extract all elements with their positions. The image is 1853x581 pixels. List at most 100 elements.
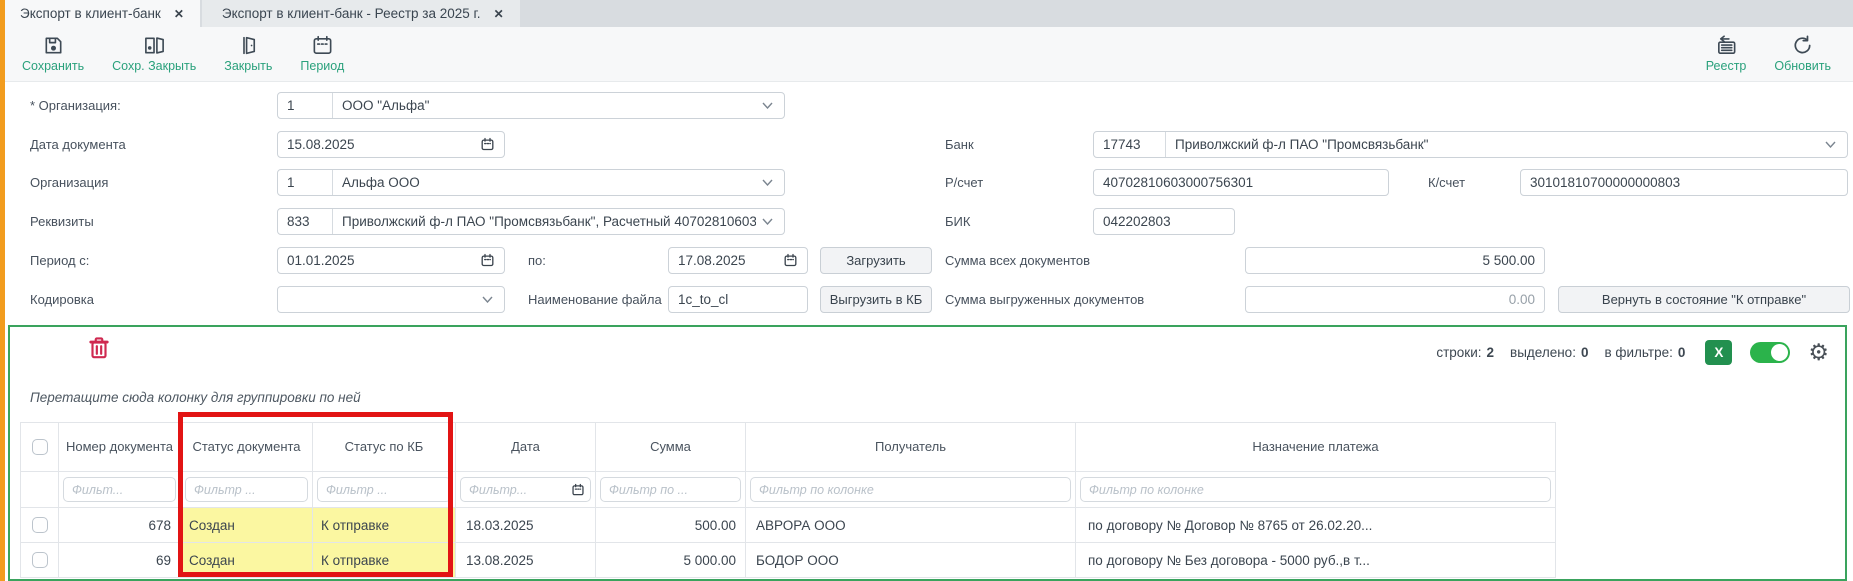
calendar-icon[interactable] xyxy=(571,483,585,497)
excel-export-button[interactable]: X xyxy=(1705,340,1732,365)
requisites-combo[interactable]: 833 Приволжский ф-л ПАО "Промсвязьбанк",… xyxy=(277,208,785,235)
table-header-row: Номер документа Статус документа Статус … xyxy=(21,423,1556,472)
cell-status: Создан xyxy=(181,543,313,577)
doc-date-input[interactable]: 15.08.2025 xyxy=(277,131,505,158)
period-from-input[interactable]: 01.01.2025 xyxy=(277,247,505,274)
bik-value: 042202803 xyxy=(1094,214,1234,229)
cell-status: Создан xyxy=(181,508,313,542)
row-checkbox[interactable] xyxy=(32,552,48,568)
column-header-purpose[interactable]: Назначение платежа xyxy=(1076,423,1556,471)
select-all-checkbox[interactable] xyxy=(32,439,48,455)
requisites-code: 833 xyxy=(278,209,333,234)
filter-input-number[interactable] xyxy=(63,477,176,502)
registry-button[interactable]: Реестр xyxy=(1706,33,1747,73)
filename-value: 1c_to_cl xyxy=(669,292,807,307)
column-header-recipient[interactable]: Получатель xyxy=(746,423,1076,471)
cell-date: 18.03.2025 xyxy=(456,508,596,542)
requisites-label: Реквизиты xyxy=(30,208,94,235)
save-icon xyxy=(42,33,65,57)
filter-input-kb-status[interactable] xyxy=(317,477,451,502)
rs-input[interactable]: 40702810603000756301 xyxy=(1093,169,1389,196)
period-label: Период xyxy=(300,59,344,73)
ks-value: 30101810700000000803 xyxy=(1521,175,1847,190)
save-button[interactable]: Сохранить xyxy=(22,33,84,73)
close-label: Закрыть xyxy=(224,59,272,73)
documents-table: Номер документа Статус документа Статус … xyxy=(20,422,1556,578)
refresh-button[interactable]: Обновить xyxy=(1774,33,1831,73)
sum-all-input[interactable]: 5 500.00 xyxy=(1245,247,1545,274)
rs-label: Р/счет xyxy=(945,169,983,196)
chevron-down-icon[interactable] xyxy=(762,179,773,186)
chevron-down-icon[interactable] xyxy=(762,102,773,109)
period-from-label: Период с: xyxy=(30,247,89,274)
close-icon[interactable]: ✕ xyxy=(494,7,504,21)
period-button[interactable]: Период xyxy=(300,33,344,73)
sum-uploaded-label: Сумма выгруженных документов xyxy=(945,286,1144,313)
bank-code: 17743 xyxy=(1094,132,1166,157)
sum-uploaded-input[interactable]: 0.00 xyxy=(1245,286,1545,313)
tab-export-registry[interactable]: Экспорт в клиент-банк - Реестр за 2025 г… xyxy=(202,0,520,27)
column-header-sum[interactable]: Сумма xyxy=(596,423,746,471)
ks-input[interactable]: 30101810700000000803 xyxy=(1520,169,1848,196)
upload-kb-button[interactable]: Выгрузить в КБ xyxy=(820,286,932,313)
cell-recipient: АВРОРА ООО xyxy=(746,508,1076,542)
filter-input-date[interactable] xyxy=(461,479,571,500)
tab-export[interactable]: Экспорт в клиент-банк ✕ xyxy=(0,0,200,27)
filename-input[interactable]: 1c_to_cl xyxy=(668,286,808,313)
period-to-value: 17.08.2025 xyxy=(669,253,779,268)
return-to-send-button[interactable]: Вернуть в состояние "К отправке" xyxy=(1558,286,1850,313)
column-header-date[interactable]: Дата xyxy=(456,423,596,471)
filter-toggle[interactable] xyxy=(1750,342,1790,363)
period-to-input[interactable]: 17.08.2025 xyxy=(668,247,808,274)
selected-count-label: выделено: xyxy=(1510,345,1576,360)
bank-combo[interactable]: 17743 Приволжский ф-л ПАО "Промсвязьбанк… xyxy=(1093,131,1848,158)
refresh-icon xyxy=(1791,33,1814,57)
org2-code: 1 xyxy=(278,170,333,195)
grid-stats: строки: 2 выделено: 0 в фильтре: 0 X ⚙ xyxy=(1436,340,1829,365)
table-row[interactable]: 69 Создан К отправке 13.08.2025 5 000.00… xyxy=(21,543,1556,578)
close-icon[interactable]: ✕ xyxy=(174,7,184,21)
encoding-select[interactable] xyxy=(277,286,505,313)
calendar-icon[interactable] xyxy=(480,137,495,152)
filter-cell-status xyxy=(181,472,313,507)
column-header-status[interactable]: Статус документа xyxy=(181,423,313,471)
chevron-down-icon[interactable] xyxy=(482,296,493,303)
delete-button[interactable] xyxy=(88,335,110,364)
gear-icon[interactable]: ⚙ xyxy=(1808,341,1829,364)
filter-cell-number xyxy=(59,472,181,507)
bik-input[interactable]: 042202803 xyxy=(1093,208,1235,235)
calendar-icon[interactable] xyxy=(783,253,798,268)
filter-input-recipient[interactable] xyxy=(750,477,1071,502)
registry-icon xyxy=(1715,33,1738,57)
row-checkbox-cell xyxy=(21,508,59,542)
group-by-hint: Перетащите сюда колонку для группировки … xyxy=(30,390,361,405)
row-checkbox[interactable] xyxy=(32,517,48,533)
registry-label: Реестр xyxy=(1706,59,1747,73)
tab-bar: Экспорт в клиент-банк ✕ Экспорт в клиент… xyxy=(0,0,1853,27)
chevron-down-icon[interactable] xyxy=(762,218,773,225)
column-header-number[interactable]: Номер документа xyxy=(59,423,181,471)
cell-kb-status: К отправке xyxy=(313,508,456,542)
filter-input-purpose[interactable] xyxy=(1080,477,1551,502)
toggle-knob xyxy=(1771,344,1788,361)
filter-input-status[interactable] xyxy=(185,477,308,502)
cell-sum: 5 000.00 xyxy=(596,543,746,577)
filter-cell-purpose xyxy=(1076,472,1556,507)
chevron-down-icon[interactable] xyxy=(1825,141,1836,148)
grid-panel: строки: 2 выделено: 0 в фильтре: 0 X ⚙ П… xyxy=(8,325,1847,581)
table-row[interactable]: 678 Создан К отправке 18.03.2025 500.00 … xyxy=(21,508,1556,543)
save-close-button[interactable]: Сохр. Закрыть xyxy=(112,33,196,73)
org2-combo[interactable]: 1 Альфа ООО xyxy=(277,169,785,196)
filter-input-sum[interactable] xyxy=(600,477,741,502)
close-button[interactable]: Закрыть xyxy=(224,33,272,73)
toolbar-right-group: Реестр Обновить xyxy=(1706,33,1831,73)
org-main-combo[interactable]: 1 ООО "Альфа" xyxy=(277,92,785,119)
tab-label: Экспорт в клиент-банк - Реестр за 2025 г… xyxy=(222,6,481,21)
column-header-kb-status[interactable]: Статус по КБ xyxy=(313,423,456,471)
cell-number: 678 xyxy=(59,508,181,542)
cell-recipient: БОДОР ООО xyxy=(746,543,1076,577)
rows-count-value: 2 xyxy=(1487,345,1495,360)
selected-count-value: 0 xyxy=(1581,345,1589,360)
calendar-icon[interactable] xyxy=(480,253,495,268)
load-button[interactable]: Загрузить xyxy=(820,247,932,274)
